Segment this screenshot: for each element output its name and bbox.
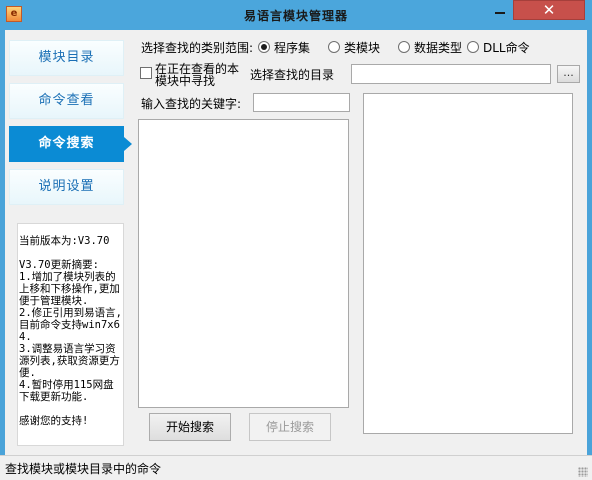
app-window: e 易语言模块管理器 ✕ 模块目录 命令查看 命令搜索 说明设置 当前版本为:V… (0, 0, 592, 480)
stop-search-button[interactable]: 停止搜索 (249, 413, 331, 441)
radio-assembly-label[interactable]: 程序集 (274, 39, 310, 56)
nav-item-module-directory[interactable]: 模块目录 (9, 40, 124, 76)
directory-input[interactable] (351, 64, 551, 84)
search-results-list[interactable] (138, 119, 349, 408)
keyword-label: 输入查找的关键字: (141, 97, 242, 111)
start-search-button[interactable]: 开始搜索 (149, 413, 231, 441)
version-info-box[interactable]: 当前版本为:V3.70 V3.70更新摘要: 1.增加了模块列表的上移和下移操作… (17, 223, 124, 446)
version-info-text: 当前版本为:V3.70 V3.70更新摘要: 1.增加了模块列表的上移和下移操作… (19, 235, 122, 427)
radio-class-module[interactable] (328, 41, 340, 53)
radio-assembly[interactable] (258, 41, 270, 53)
search-current-module-label-line2: 模块中寻找 (155, 74, 216, 88)
resize-grip-icon[interactable] (578, 467, 588, 477)
status-text: 查找模块或模块目录中的命令 (5, 462, 162, 476)
close-icon: ✕ (542, 1, 556, 19)
nav-item-command-view[interactable]: 命令查看 (9, 83, 124, 119)
active-indicator-arrow-icon (124, 137, 132, 151)
minimize-button[interactable] (487, 1, 513, 21)
radio-dll-command[interactable] (467, 41, 479, 53)
status-bar: 查找模块或模块目录中的命令 (0, 455, 592, 480)
close-button[interactable]: ✕ (513, 0, 585, 20)
directory-label: 选择查找的目录 (250, 68, 335, 82)
nav-item-label: 说明设置 (38, 179, 95, 194)
main-panel: 模块目录 命令查看 命令搜索 说明设置 当前版本为:V3.70 V3.70更新摘… (5, 30, 587, 455)
nav-item-label: 模块目录 (38, 50, 95, 65)
search-current-module-checkbox[interactable] (140, 67, 152, 79)
nav-item-label: 命令查看 (38, 93, 95, 108)
browse-directory-button[interactable]: ... (557, 65, 580, 83)
radio-data-type[interactable] (398, 41, 410, 53)
nav-item-help-settings[interactable]: 说明设置 (9, 169, 124, 205)
category-label: 选择查找的类别范围: (141, 41, 254, 55)
title-bar[interactable]: e 易语言模块管理器 ✕ (0, 0, 592, 30)
keyword-input[interactable] (253, 93, 350, 112)
command-detail-panel[interactable] (363, 93, 573, 434)
search-current-module-label[interactable]: 在正在查看的本 模块中寻找 (155, 63, 239, 87)
radio-dll-command-label[interactable]: DLL命令 (483, 39, 530, 56)
radio-data-type-label[interactable]: 数据类型 (414, 39, 462, 56)
radio-class-module-label[interactable]: 类模块 (344, 39, 380, 56)
nav-item-command-search[interactable]: 命令搜索 (9, 126, 124, 162)
nav-item-label: 命令搜索 (38, 136, 95, 151)
